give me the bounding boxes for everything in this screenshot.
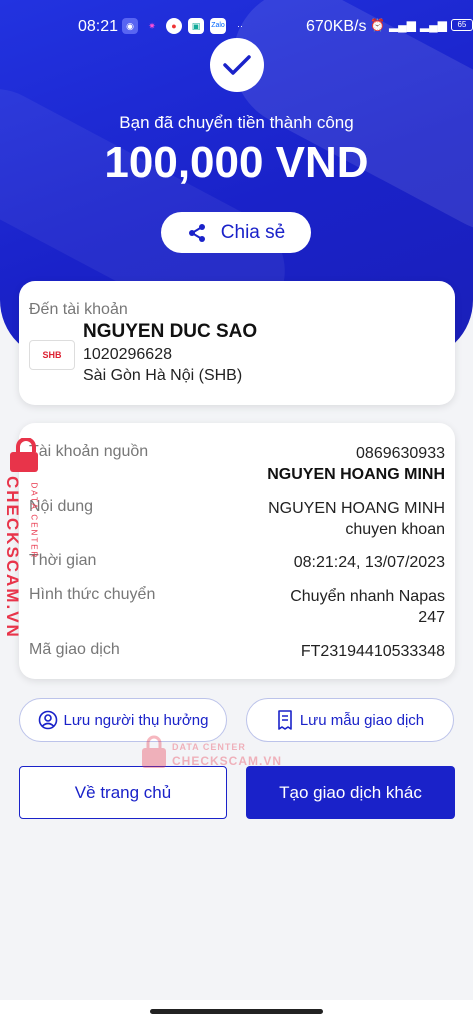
recipient-label: Đến tài khoản — [29, 301, 128, 318]
watermark-lock-icon — [142, 735, 166, 768]
save-template-label: Lưu mẫu giao dịch — [299, 711, 425, 729]
discord-icon: ◉ — [122, 18, 138, 34]
method-line-1: Chuyển nhanh Napas — [290, 588, 445, 605]
shb-bank-logo: SHB — [29, 340, 75, 370]
watermark-brand: CHECKSCAM.VN — [3, 476, 22, 639]
share-icon — [188, 223, 205, 242]
watermark-brand: CHECKSCAM.VN — [172, 754, 283, 768]
alarm-icon: ⏰ — [370, 18, 385, 32]
notification-icons: ◉ ✷ ● ▣ Zalo ·· — [122, 18, 248, 34]
method-line-2: 247 — [418, 609, 445, 626]
watermark-tag: DATA CENTER — [29, 482, 39, 560]
watermark-center: DATA CENTER CHECKSCAM.VN — [140, 734, 310, 770]
transaction-details-card: Tài khoản nguồn 0869630933 NGUYEN HOANG … — [19, 423, 455, 679]
share-label: Chia sẻ — [220, 221, 286, 243]
recipient-card: Đến tài khoản SHB NGUYEN DUC SAO 1020296… — [19, 281, 455, 405]
share-button[interactable]: Chia sẻ — [161, 212, 311, 253]
user-circle-icon — [38, 710, 57, 730]
home-button[interactable]: Về trang chủ — [19, 766, 227, 819]
zalo-icon: Zalo — [210, 18, 226, 34]
status-time: 08:21 — [78, 18, 119, 35]
home-gesture-bar[interactable] — [150, 1009, 323, 1014]
watermark-lock-icon — [10, 438, 38, 472]
app-square-icon: ▣ — [188, 18, 204, 34]
content-line-1: NGUYEN HOANG MINH — [268, 500, 445, 517]
success-check-icon — [210, 38, 264, 92]
save-beneficiary-label: Lưu người thụ hưởng — [63, 711, 209, 729]
app-record-icon: ● — [166, 18, 182, 34]
source-account-number: 0869630933 — [356, 445, 445, 462]
recipient-name: NGUYEN DUC SAO — [83, 321, 258, 342]
wifi-signal-icon: ▂▄▆ — [419, 18, 447, 32]
system-icons: ⏰ ▂▄▆ ▂▄▆ 65 — [370, 18, 473, 32]
transfer-amount: 100,000 VND — [104, 138, 369, 187]
network-speed: 670KB/s — [306, 18, 367, 35]
time-row: Thời gian 08:21:24, 13/07/2023 — [29, 552, 445, 574]
recipient-account: 1020296628 — [83, 346, 172, 363]
source-account-row: Tài khoản nguồn 0869630933 NGUYEN HOANG … — [29, 443, 445, 487]
battery-icon: 65 — [450, 19, 473, 31]
watermark-side: CHECKSCAM.VN DATA CENTER — [3, 438, 48, 648]
receipt-icon — [278, 710, 292, 730]
signal-icon: ▂▄▆ — [388, 18, 416, 32]
more-dots-icon: ·· — [237, 21, 243, 31]
watermark-tag: DATA CENTER — [172, 742, 246, 752]
time-value: 08:21:24, 13/07/2023 — [293, 554, 445, 571]
transaction-id-value: FT23194410533348 — [300, 643, 445, 660]
new-transaction-button[interactable]: Tạo giao dịch khác — [246, 766, 455, 819]
source-account-name: NGUYEN HOANG MINH — [267, 466, 445, 483]
recipient-bank: Sài Gòn Hà Nội (SHB) — [83, 367, 243, 384]
app-star-icon: ✷ — [148, 21, 156, 31]
success-message: Bạn đã chuyển tiền thành công — [119, 113, 354, 132]
transaction-id-row: Mã giao dịch FT23194410533348 — [29, 641, 445, 663]
content-row: Nội dung NGUYEN HOANG MINH chuyen khoan — [29, 498, 445, 542]
content-line-2: chuyen khoan — [345, 521, 445, 538]
method-row: Hình thức chuyển Chuyển nhanh Napas 247 — [29, 586, 445, 630]
